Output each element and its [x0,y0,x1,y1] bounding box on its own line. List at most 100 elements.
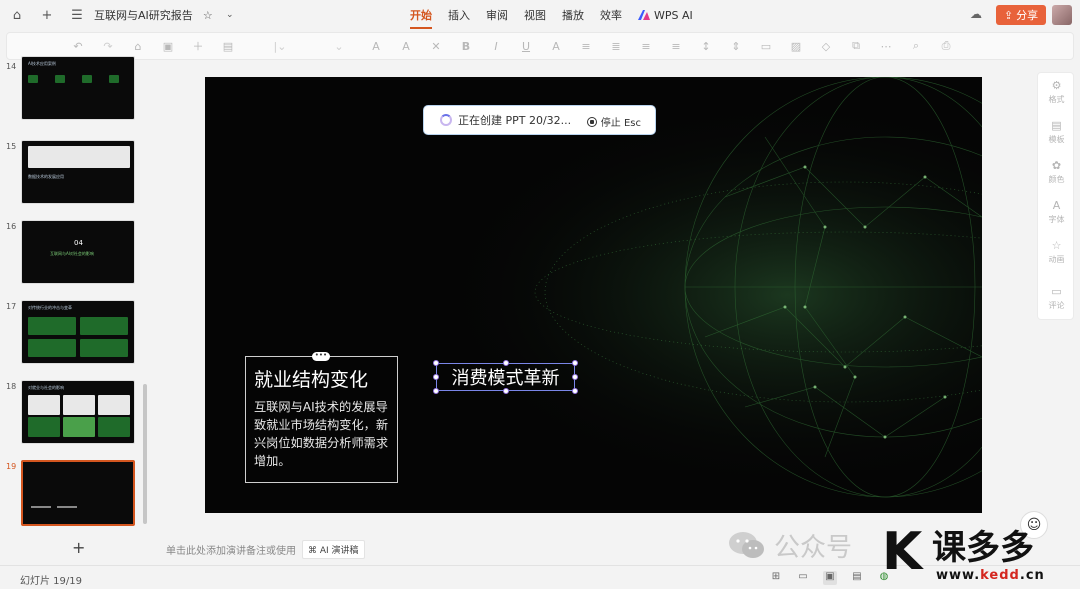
italic-icon[interactable]: I [488,38,504,54]
insert-icon[interactable]: ＋ [190,38,206,54]
tab-efficiency[interactable]: 效率 [600,3,622,27]
new-tab-icon[interactable]: + [36,4,58,26]
notes-view-icon[interactable]: ▤ [850,571,864,585]
decrease-font-icon[interactable]: A [398,38,414,54]
brand-url-main: kedd [980,568,1020,583]
document-title: 互联网与AI研究报告 [94,9,193,22]
align-left-icon[interactable]: ≡ [638,38,654,54]
normal-view-icon[interactable]: ▣ [823,571,837,585]
add-slide-icon[interactable]: + [72,538,85,557]
avatar[interactable] [1052,5,1072,25]
resize-handle[interactable] [503,388,509,394]
thumbnail-card [55,75,65,83]
font-name-dropdown[interactable]: |⌄ [250,38,310,54]
grid-view-icon[interactable]: ⊞ [769,571,783,585]
arrange-icon[interactable]: ⧉ [848,38,864,54]
template-icon: ▤ [1051,119,1062,132]
font-color-icon[interactable]: A [548,38,564,54]
textbox-title: 就业结构变化 [254,369,369,391]
resize-handle[interactable] [433,388,439,394]
tab-start[interactable]: 开始 [410,3,432,29]
side-item-comment[interactable]: ▭ 评论 [1038,285,1075,311]
text-direction-icon[interactable]: ⇕ [728,38,744,54]
side-item-format[interactable]: ⚙ 格式 [1038,79,1075,105]
format-painter-icon[interactable]: ⌂ [130,38,146,54]
menu-icon[interactable]: ☰ [66,4,88,26]
thumbnail-slide-17[interactable]: 对传统行业的冲击与变革 [21,300,135,364]
reading-view-icon[interactable]: ▭ [796,571,810,585]
thumbnail-number: 19 [6,462,17,471]
menu-tabs: 开始 插入 审阅 视图 播放 效率 WPS AI [402,0,701,30]
bullet-list-icon[interactable]: ≡ [578,38,594,54]
chevron-down-icon[interactable]: ⌄ [219,4,241,26]
tab-play[interactable]: 播放 [562,3,584,27]
resize-handle[interactable] [433,374,439,380]
underline-icon[interactable]: U [518,38,534,54]
resize-handle[interactable] [503,360,509,366]
ai-speech-label: AI 演讲稿 [319,546,359,556]
stop-button[interactable]: 停止 Esc [586,114,641,129]
layout-icon[interactable]: ▤ [220,38,236,54]
side-item-animation[interactable]: ☆ 动画 [1038,239,1075,265]
speaker-notes-area[interactable]: 单击此处添加演讲备注或使用 ⌘ AI 演讲稿 [166,540,365,559]
more-options-icon[interactable]: ••• [312,352,330,361]
picture-icon[interactable]: ▨ [788,38,804,54]
tab-wps-ai[interactable]: WPS AI [638,5,693,26]
bold-icon[interactable]: B [458,38,474,54]
textbox-icon[interactable]: ▭ [758,38,774,54]
thumbnail-text-line [31,506,51,508]
home-icon[interactable]: ⌂ [6,4,28,26]
thumbnail-scrollbar[interactable] [143,384,147,524]
redo-icon[interactable]: ↷ [100,38,116,54]
thumbnail-heading: 互联网与AI对社会的影响 [50,251,94,256]
side-item-template[interactable]: ▤ 模板 [1038,119,1075,145]
more-icon[interactable]: ⋯ [878,38,894,54]
align-center-icon[interactable]: ≡ [668,38,684,54]
new-slide-icon[interactable]: ▣ [160,38,176,54]
thumbnail-row[interactable]: 17 对传统行业的冲击与变革 [0,300,150,366]
numbered-list-icon[interactable]: ≣ [608,38,624,54]
thumbnail-slide-15[interactable]: 数据技术的发展应用 [21,140,135,204]
ai-speech-button[interactable]: ⌘ AI 演讲稿 [302,540,365,559]
ribbon-toolbar: ↶ ↷ ⌂ ▣ ＋ ▤ |⌄ ⌄ A A ✕ B I U A ≡ ≣ ≡ ≡ ↕… [6,32,1074,60]
cloud-icon[interactable]: ☁ [970,7,986,23]
line-spacing-icon[interactable]: ↕ [698,38,714,54]
thumbnail-slide-14[interactable]: AI技术应用案例 [21,56,135,120]
thumbnail-row[interactable]: 16 04 互联网与AI对社会的影响 [0,220,150,286]
textbox-employment[interactable]: 就业结构变化 互联网与AI技术的发展导致就业市场结构变化，新兴岗位如数据分析师需… [245,356,398,483]
resize-handle[interactable] [572,388,578,394]
thumbnail-row[interactable]: 15 数据技术的发展应用 [0,140,150,206]
side-item-label: 评论 [1048,301,1065,310]
font-size-dropdown[interactable]: ⌄ [324,38,354,54]
star-icon[interactable]: ☆ [197,4,219,26]
textbox-body: 互联网与AI技术的发展导致就业市场结构变化，新兴岗位如数据分析师需求增加。 [254,400,389,468]
thumbnail-slide-16[interactable]: 04 互联网与AI对社会的影响 [21,220,135,284]
thumbnail-slide-19[interactable] [21,460,135,526]
clear-format-icon[interactable]: ✕ [428,38,444,54]
print-icon[interactable]: ⎙ [938,38,954,54]
resize-handle[interactable] [433,360,439,366]
thumbnail-card [82,75,92,83]
thumbnail-number: 17 [6,302,17,311]
shape-icon[interactable]: ◇ [818,38,834,54]
thumbnail-row[interactable]: 14 AI技术应用案例 [0,56,150,126]
undo-icon[interactable]: ↶ [70,38,86,54]
resize-handle[interactable] [572,374,578,380]
side-item-font[interactable]: A 字体 [1038,199,1075,225]
brand-name: 课多多 [932,528,1034,568]
textbox-consumption[interactable]: 消费模式革新 [436,363,575,391]
tab-insert[interactable]: 插入 [448,3,470,27]
search-icon[interactable]: ⌕ [908,38,924,54]
thumbnail-card [28,339,76,357]
thumbnail-row[interactable]: 19 [0,460,150,526]
share-label: 分享 [1016,9,1039,22]
thumbnail-card [28,417,60,437]
increase-font-icon[interactable]: A [368,38,384,54]
resize-handle[interactable] [572,360,578,366]
share-button[interactable]: ⇪ 分享 [996,5,1046,25]
thumbnail-slide-18[interactable]: 对就业与社会的影响 [21,380,135,444]
side-item-color[interactable]: ✿ 颜色 [1038,159,1075,185]
tab-view[interactable]: 视图 [524,3,546,27]
thumbnail-row[interactable]: 18 对就业与社会的影响 [0,380,150,446]
tab-review[interactable]: 审阅 [486,3,508,27]
